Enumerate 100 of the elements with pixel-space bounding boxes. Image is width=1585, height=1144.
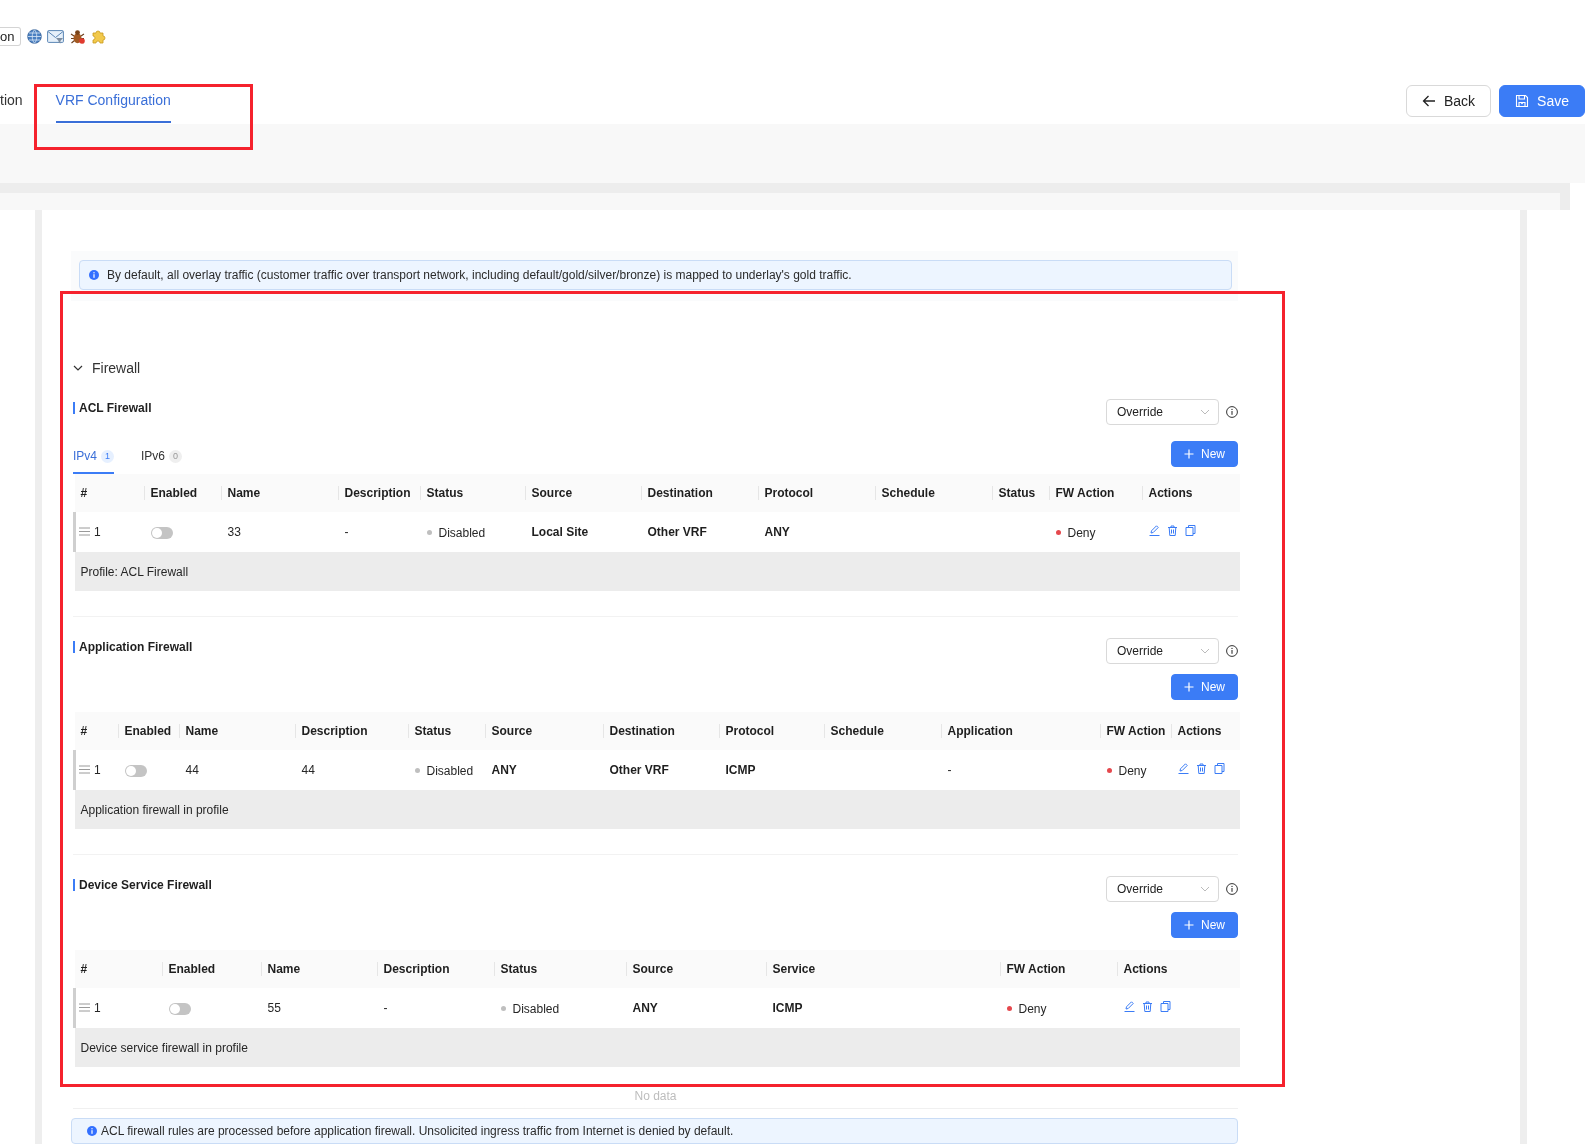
mode-select[interactable]: Override xyxy=(1106,638,1219,664)
plus-icon xyxy=(1184,920,1194,930)
row-number: 1 xyxy=(94,1000,101,1015)
note-row: Profile: ACL Firewall xyxy=(74,552,1240,591)
edit-icon[interactable] xyxy=(1148,525,1160,536)
plus-icon xyxy=(1184,682,1194,692)
table-cell: 55 xyxy=(261,988,378,1028)
copy-icon[interactable] xyxy=(1159,1001,1171,1012)
table-cell: ICMP xyxy=(766,988,1001,1028)
globe-icon[interactable] xyxy=(27,29,43,44)
column-header: Service xyxy=(766,950,1001,988)
column-header: FW Action xyxy=(1100,712,1172,750)
delete-icon[interactable] xyxy=(1195,763,1207,774)
column-header: Actions xyxy=(1142,474,1240,512)
edit-icon[interactable] xyxy=(1177,763,1189,774)
delete-icon[interactable] xyxy=(1166,525,1178,536)
drag-handle-icon[interactable] xyxy=(79,1003,90,1013)
note-row: Device service firewall in profile xyxy=(74,1028,1240,1067)
empty-text: No data xyxy=(633,1090,678,1102)
column-header: Actions xyxy=(1171,712,1240,750)
status-label: Deny xyxy=(1018,1001,1047,1016)
toolbar-button[interactable]: on xyxy=(0,27,22,46)
info-icon[interactable] xyxy=(1226,406,1238,418)
table-cell: Other VRF xyxy=(641,512,759,552)
column-header: Protocol xyxy=(758,474,876,512)
plus-icon xyxy=(1184,449,1194,459)
table-cell: ANY xyxy=(626,988,767,1028)
column-header: # xyxy=(74,474,145,512)
drag-handle-icon[interactable] xyxy=(79,765,90,775)
column-header: Source xyxy=(525,474,642,512)
table-cell: ANY xyxy=(485,750,604,790)
info-icon xyxy=(89,270,99,280)
info-icon xyxy=(87,1126,97,1136)
toggle-switch[interactable] xyxy=(168,1002,191,1015)
column-header: FW Action xyxy=(1049,474,1143,512)
status-label: Deny xyxy=(1067,525,1096,540)
chevron-down-icon xyxy=(1200,409,1210,415)
column-header: Description xyxy=(377,950,495,988)
toggle-switch[interactable] xyxy=(150,526,173,539)
column-header: Status xyxy=(420,474,526,512)
new-button[interactable]: New xyxy=(1171,912,1238,938)
column-header: Actions xyxy=(1117,950,1240,988)
status-label: Deny xyxy=(1118,763,1147,778)
drag-handle-icon[interactable] xyxy=(79,527,90,537)
column-header: Status xyxy=(494,950,627,988)
table-cell: 44 xyxy=(179,750,296,790)
column-header: Destination xyxy=(603,712,720,750)
table-cell: - xyxy=(941,750,1101,790)
table-cell: ICMP xyxy=(719,750,825,790)
status-label: Disabled xyxy=(426,763,474,778)
puzzle-icon[interactable] xyxy=(91,29,107,44)
column-header: Name xyxy=(179,712,296,750)
column-header: Destination xyxy=(641,474,759,512)
column-header: # xyxy=(74,712,119,750)
copy-icon[interactable] xyxy=(1213,763,1225,774)
column-header: Enabled xyxy=(144,474,222,512)
save-icon xyxy=(1515,94,1530,108)
row-number: 1 xyxy=(94,524,101,539)
table-cell: Other VRF xyxy=(603,750,720,790)
table-cell: - xyxy=(377,988,495,1028)
count-badge: 0 xyxy=(169,449,183,463)
column-header: Status xyxy=(992,474,1050,512)
column-header: Enabled xyxy=(118,712,180,750)
table-cell: 33 xyxy=(221,512,339,552)
bug-icon[interactable] xyxy=(69,29,87,44)
arrow-left-icon xyxy=(1421,94,1436,108)
toggle-switch[interactable] xyxy=(124,764,147,777)
back-button[interactable]: Back xyxy=(1405,85,1492,117)
column-header: Schedule xyxy=(875,474,993,512)
column-header: Name xyxy=(261,950,378,988)
envelope-icon[interactable] xyxy=(47,29,65,44)
table-cell: ANY xyxy=(758,512,876,552)
copy-icon[interactable] xyxy=(1184,525,1196,536)
save-button[interactable]: Save xyxy=(1499,85,1585,117)
column-header: FW Action xyxy=(1000,950,1118,988)
alert-text: By default, all overlay traffic (customer traffic over transport network, including default/gold/silver/bronze) is mapped to underlay's gold traffic. xyxy=(107,268,852,282)
chevron-down-icon[interactable] xyxy=(73,363,83,373)
column-header: Protocol xyxy=(719,712,825,750)
status-label: Disabled xyxy=(438,525,486,540)
column-header: Application xyxy=(941,712,1101,750)
group-title: Firewall xyxy=(92,360,141,376)
new-button[interactable]: New xyxy=(1171,674,1238,700)
column-header: Source xyxy=(626,950,767,988)
section-title: Application Firewall xyxy=(73,641,193,653)
tab[interactable]: IPv6 0 xyxy=(141,448,183,474)
column-header: Source xyxy=(485,712,604,750)
info-icon[interactable] xyxy=(1226,883,1238,895)
mode-select[interactable]: Override xyxy=(1106,876,1219,902)
tab[interactable]: tion xyxy=(0,85,23,123)
edit-icon[interactable] xyxy=(1123,1001,1135,1012)
new-button[interactable]: New xyxy=(1171,441,1238,467)
section-title: Device Service Firewall xyxy=(73,879,212,891)
mode-select[interactable]: Override xyxy=(1106,399,1219,425)
column-header: Name xyxy=(221,474,339,512)
row-number: 1 xyxy=(94,762,101,777)
column-header: Enabled xyxy=(162,950,262,988)
column-header: # xyxy=(74,950,163,988)
column-header: Description xyxy=(295,712,409,750)
info-icon[interactable] xyxy=(1226,645,1238,657)
delete-icon[interactable] xyxy=(1141,1001,1153,1012)
